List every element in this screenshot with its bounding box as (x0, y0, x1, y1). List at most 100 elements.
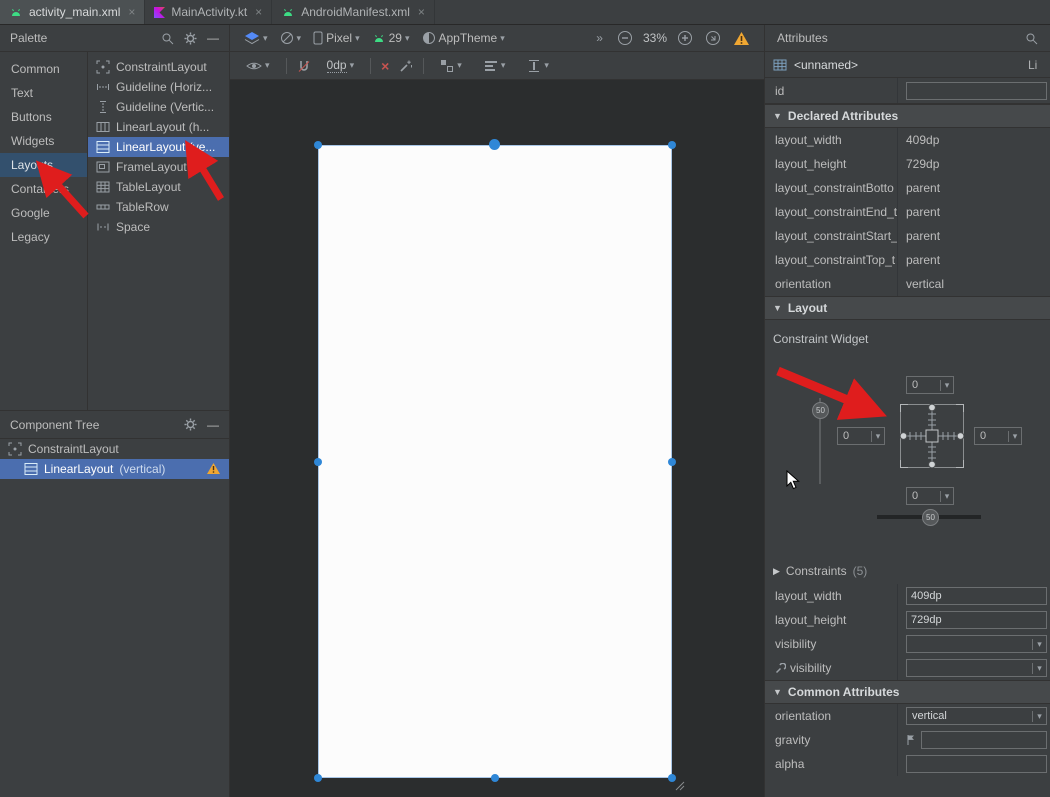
horizontal-bias-knob[interactable]: 50 (922, 509, 939, 526)
orientation-dropdown[interactable]: vertical ▾ (906, 707, 1047, 725)
linearlayout-vertical-icon (24, 462, 38, 476)
clear-constraints-icon[interactable]: × (381, 58, 389, 74)
palette-category-widgets[interactable]: Widgets (0, 129, 87, 153)
layout-width-input[interactable] (906, 587, 1047, 605)
tree-item-constraintlayout[interactable]: ConstraintLayout (0, 439, 229, 459)
infer-constraints-wand-icon[interactable] (399, 59, 413, 73)
chevron-down-icon: ▾ (355, 33, 360, 44)
attribute-name: visibility (790, 661, 831, 675)
autoconnect-magnet-icon[interactable] (297, 59, 311, 73)
palette-item-space[interactable]: Space (88, 217, 229, 237)
design-surface[interactable]: ▾ 0dp ▾ × ▾ (230, 52, 765, 797)
constraints-count: (5) (853, 564, 868, 578)
selection-handle-top-center[interactable] (489, 139, 500, 150)
palette-category-buttons[interactable]: Buttons (0, 105, 87, 129)
chevron-down-icon: ▾ (265, 60, 270, 71)
gear-icon[interactable] (184, 32, 197, 45)
attribute-value[interactable]: parent (897, 176, 1050, 200)
palette-category-text[interactable]: Text (0, 81, 87, 105)
search-icon[interactable] (161, 32, 174, 45)
selection-handle-middle-right[interactable] (668, 458, 676, 466)
zoom-in-button[interactable] (671, 25, 699, 51)
minimize-panel-icon[interactable]: — (207, 418, 219, 432)
close-tab-icon[interactable]: × (418, 5, 425, 19)
attribute-value[interactable]: vertical (897, 272, 1050, 296)
layout-height-input[interactable] (906, 611, 1047, 629)
attribute-value[interactable]: 409dp (897, 128, 1050, 152)
zoom-to-fit-button[interactable] (699, 25, 727, 51)
section-declared-attributes[interactable]: ▼ Declared Attributes (765, 104, 1050, 128)
palette-item-tablelayout[interactable]: TableLayout (88, 177, 229, 197)
pack-button[interactable]: ▾ (434, 52, 468, 79)
margin-top-combo[interactable]: 0 ▾ (906, 376, 954, 394)
palette-category-legacy[interactable]: Legacy (0, 225, 87, 249)
wrench-icon (775, 663, 786, 674)
theme-selector[interactable]: AppTheme ▾ (416, 25, 511, 51)
alpha-input[interactable] (906, 755, 1047, 773)
palette-item-linearlayout-horizontal[interactable]: LinearLayout (h... (88, 117, 229, 137)
attribute-value[interactable]: parent (897, 248, 1050, 272)
minimize-panel-icon[interactable]: — (207, 31, 219, 45)
visibility-dropdown[interactable]: ▾ (906, 635, 1047, 653)
tree-item-linearlayout-vertical[interactable]: LinearLayout (vertical) (0, 459, 229, 479)
search-icon[interactable] (1025, 32, 1038, 45)
margin-bottom-combo[interactable]: 0 ▾ (906, 487, 954, 505)
palette-item-label: Space (116, 220, 150, 234)
view-options-button[interactable]: ▾ (240, 52, 276, 79)
default-margin-selector[interactable]: 0dp ▾ (321, 52, 361, 79)
resize-corner-icon[interactable] (674, 780, 686, 792)
palette-category-google[interactable]: Google (0, 201, 87, 225)
palette-item-guideline-vertical[interactable]: Guideline (Vertic... (88, 97, 229, 117)
constraint-widget-diagram[interactable] (900, 404, 964, 468)
tab-androidmanifest-xml[interactable]: AndroidManifest.xml × (272, 0, 435, 24)
selection-handle-top-left[interactable] (314, 141, 322, 149)
palette-item-linearlayout-vertical[interactable]: LinearLayout (ve... (88, 137, 229, 157)
tab-mainactivity-kt[interactable]: MainActivity.kt × (145, 0, 272, 24)
palette-category-containers[interactable]: Containers (0, 177, 87, 201)
section-common-attributes[interactable]: ▼ Common Attributes (765, 680, 1050, 704)
constraints-section-toggle[interactable]: ▶ Constraints (5) (765, 558, 1050, 584)
api-level-selector[interactable]: 29 ▾ (366, 25, 416, 51)
device-selector[interactable]: Pixel ▾ (307, 25, 366, 51)
palette-item-tablerow[interactable]: TableRow (88, 197, 229, 217)
design-surface-mode-button[interactable]: ▾ (238, 25, 274, 51)
attribute-value[interactable]: 729dp (897, 152, 1050, 176)
gear-icon[interactable] (184, 418, 197, 431)
flag-icon[interactable] (906, 734, 916, 746)
attribute-name: layout_constraintEnd_t (765, 205, 897, 219)
gravity-input[interactable] (921, 731, 1047, 749)
tools-visibility-dropdown[interactable]: ▾ (906, 659, 1047, 677)
close-tab-icon[interactable]: × (255, 5, 262, 19)
attribute-name: gravity (765, 733, 897, 747)
selection-handle-top-right[interactable] (668, 141, 676, 149)
zoom-out-button[interactable] (611, 25, 639, 51)
selection-handle-bottom-center[interactable] (491, 774, 499, 782)
orientation-button[interactable]: ▾ (274, 25, 308, 51)
palette-item-constraintlayout[interactable]: ConstraintLayout (88, 57, 229, 77)
align-button[interactable]: ▾ (478, 52, 512, 79)
component-type-truncated: Li (1028, 58, 1042, 72)
margin-left-value: 0 (838, 430, 871, 442)
toolbar-overflow-chevrons[interactable]: » (588, 31, 611, 45)
palette-item-label: Guideline (Vertic... (116, 100, 214, 114)
close-tab-icon[interactable]: × (128, 5, 135, 19)
attribute-value[interactable]: parent (897, 200, 1050, 224)
margin-right-combo[interactable]: 0 ▾ (974, 427, 1022, 445)
id-label: id (765, 84, 897, 98)
palette-item-guideline-horizontal[interactable]: Guideline (Horiz... (88, 77, 229, 97)
selection-handle-bottom-left[interactable] (314, 774, 322, 782)
tab-activity-main-xml[interactable]: activity_main.xml × (0, 0, 145, 24)
palette-item-framelayout[interactable]: FrameLayout (88, 157, 229, 177)
vertical-bias-knob[interactable]: 50 (812, 402, 829, 419)
tab-label: AndroidManifest.xml (301, 5, 410, 19)
palette-category-common[interactable]: Common (0, 57, 87, 81)
distribute-button[interactable]: ▾ (521, 52, 555, 79)
design-canvas-linearlayout[interactable] (318, 145, 672, 778)
margin-left-combo[interactable]: 0 ▾ (837, 427, 885, 445)
warnings-button[interactable] (727, 25, 756, 51)
palette-category-layouts[interactable]: Layouts (0, 153, 87, 177)
attribute-value[interactable]: parent (897, 224, 1050, 248)
id-input[interactable] (906, 82, 1047, 100)
section-layout[interactable]: ▼ Layout (765, 296, 1050, 320)
selection-handle-middle-left[interactable] (314, 458, 322, 466)
